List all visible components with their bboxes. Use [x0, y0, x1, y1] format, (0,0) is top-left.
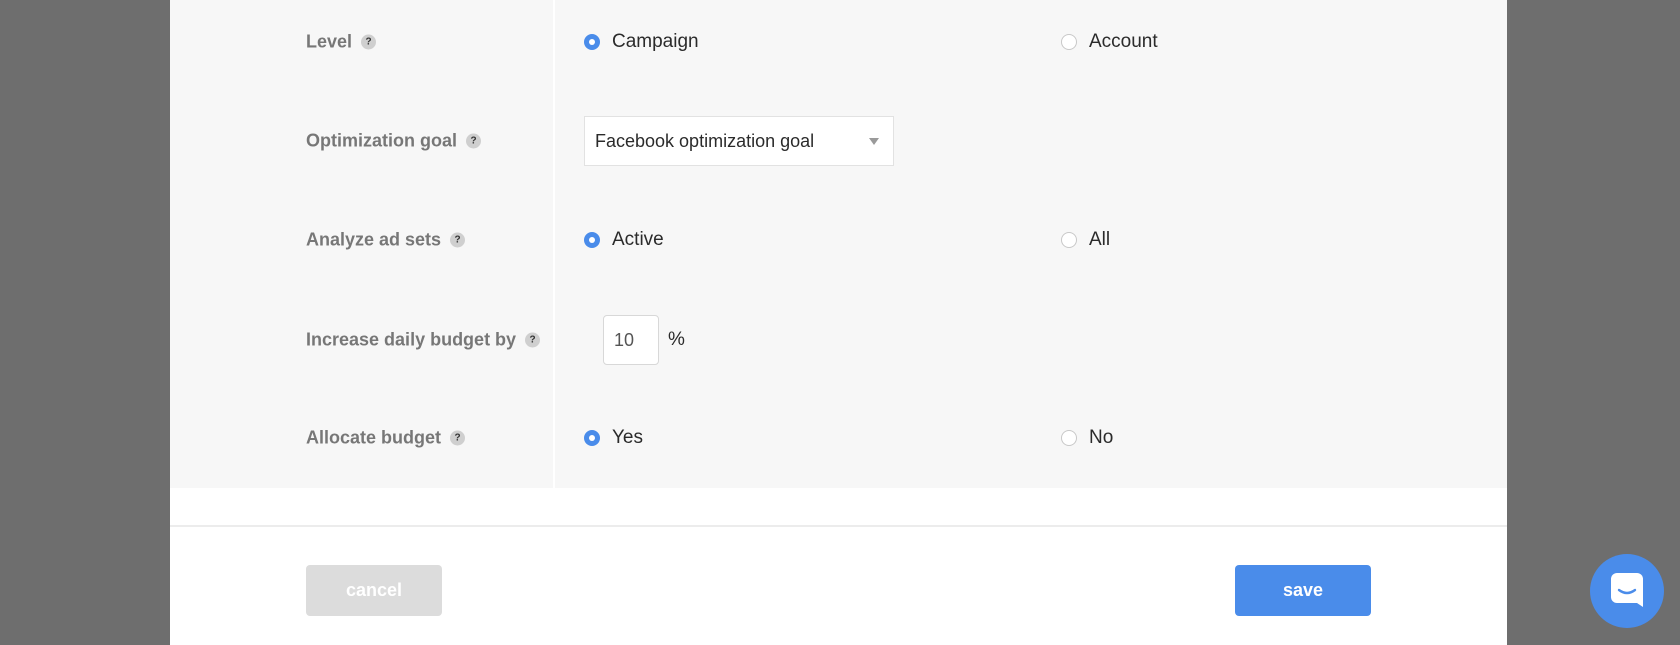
save-button[interactable]: save — [1235, 565, 1371, 616]
level-option-account[interactable]: Account — [1061, 31, 1158, 53]
percent-unit: % — [668, 329, 685, 350]
radio-selected-icon — [584, 232, 600, 248]
form-area: Level ? Campaign Account Optimization go… — [170, 0, 1507, 488]
allocate-budget-help-icon[interactable]: ? — [450, 430, 466, 446]
allocate-option-yes[interactable]: Yes — [584, 427, 643, 449]
level-label: Level ? — [306, 31, 377, 53]
allocate-option-yes-label: Yes — [612, 427, 643, 448]
level-option-campaign[interactable]: Campaign — [584, 31, 699, 53]
radio-unselected-icon — [1061, 232, 1077, 248]
analyze-option-all-label: All — [1089, 229, 1111, 250]
radio-selected-icon — [584, 34, 600, 50]
increase-budget-input[interactable] — [603, 315, 659, 365]
level-help-icon[interactable]: ? — [361, 34, 377, 50]
allocate-option-no[interactable]: No — [1061, 427, 1113, 449]
radio-unselected-icon — [1061, 34, 1077, 50]
allocate-budget-label-text: Allocate budget — [306, 427, 442, 448]
increase-budget-help-icon[interactable]: ? — [525, 332, 541, 348]
analyze-ad-sets-label: Analyze ad sets ? — [306, 229, 466, 251]
optimization-goal-row: Optimization goal ? Facebook optimizatio… — [170, 111, 1507, 171]
optimization-goal-help-icon[interactable]: ? — [466, 133, 481, 149]
footer-divider — [170, 525, 1507, 527]
analyze-option-all[interactable]: All — [1061, 229, 1110, 251]
allocate-budget-label: Allocate budget ? — [306, 427, 466, 449]
level-option-account-label: Account — [1089, 31, 1158, 52]
level-option-campaign-label: Campaign — [612, 31, 699, 52]
level-label-text: Level — [306, 31, 353, 52]
level-row: Level ? Campaign Account — [170, 12, 1507, 72]
chat-launcher-button[interactable] — [1590, 554, 1664, 628]
optimization-goal-select[interactable]: Facebook optimization goal — [584, 116, 894, 166]
allocate-budget-row: Allocate budget ? Yes No — [170, 408, 1507, 468]
analyze-ad-sets-help-icon[interactable]: ? — [450, 232, 466, 248]
allocate-option-no-label: No — [1089, 427, 1114, 448]
increase-budget-label: Increase daily budget by ? — [306, 329, 541, 351]
optimization-goal-value: Facebook optimization goal — [595, 130, 815, 151]
settings-modal: Level ? Campaign Account Optimization go… — [170, 0, 1507, 645]
chat-bubble-icon — [1609, 571, 1645, 612]
radio-unselected-icon — [1061, 430, 1077, 446]
optimization-goal-label: Optimization goal ? — [306, 131, 481, 152]
cancel-button[interactable]: cancel — [306, 565, 442, 616]
optimization-goal-label-text: Optimization goal — [306, 130, 457, 151]
analyze-option-active-label: Active — [612, 229, 664, 250]
analyze-option-active[interactable]: Active — [584, 229, 664, 251]
analyze-ad-sets-row: Analyze ad sets ? Active All — [170, 210, 1507, 270]
analyze-ad-sets-label-text: Analyze ad sets — [306, 229, 442, 250]
radio-selected-icon — [584, 430, 600, 446]
increase-budget-label-text: Increase daily budget by — [306, 329, 517, 350]
increase-budget-row: Increase daily budget by ? % — [170, 310, 1507, 370]
chevron-down-icon — [869, 137, 879, 145]
